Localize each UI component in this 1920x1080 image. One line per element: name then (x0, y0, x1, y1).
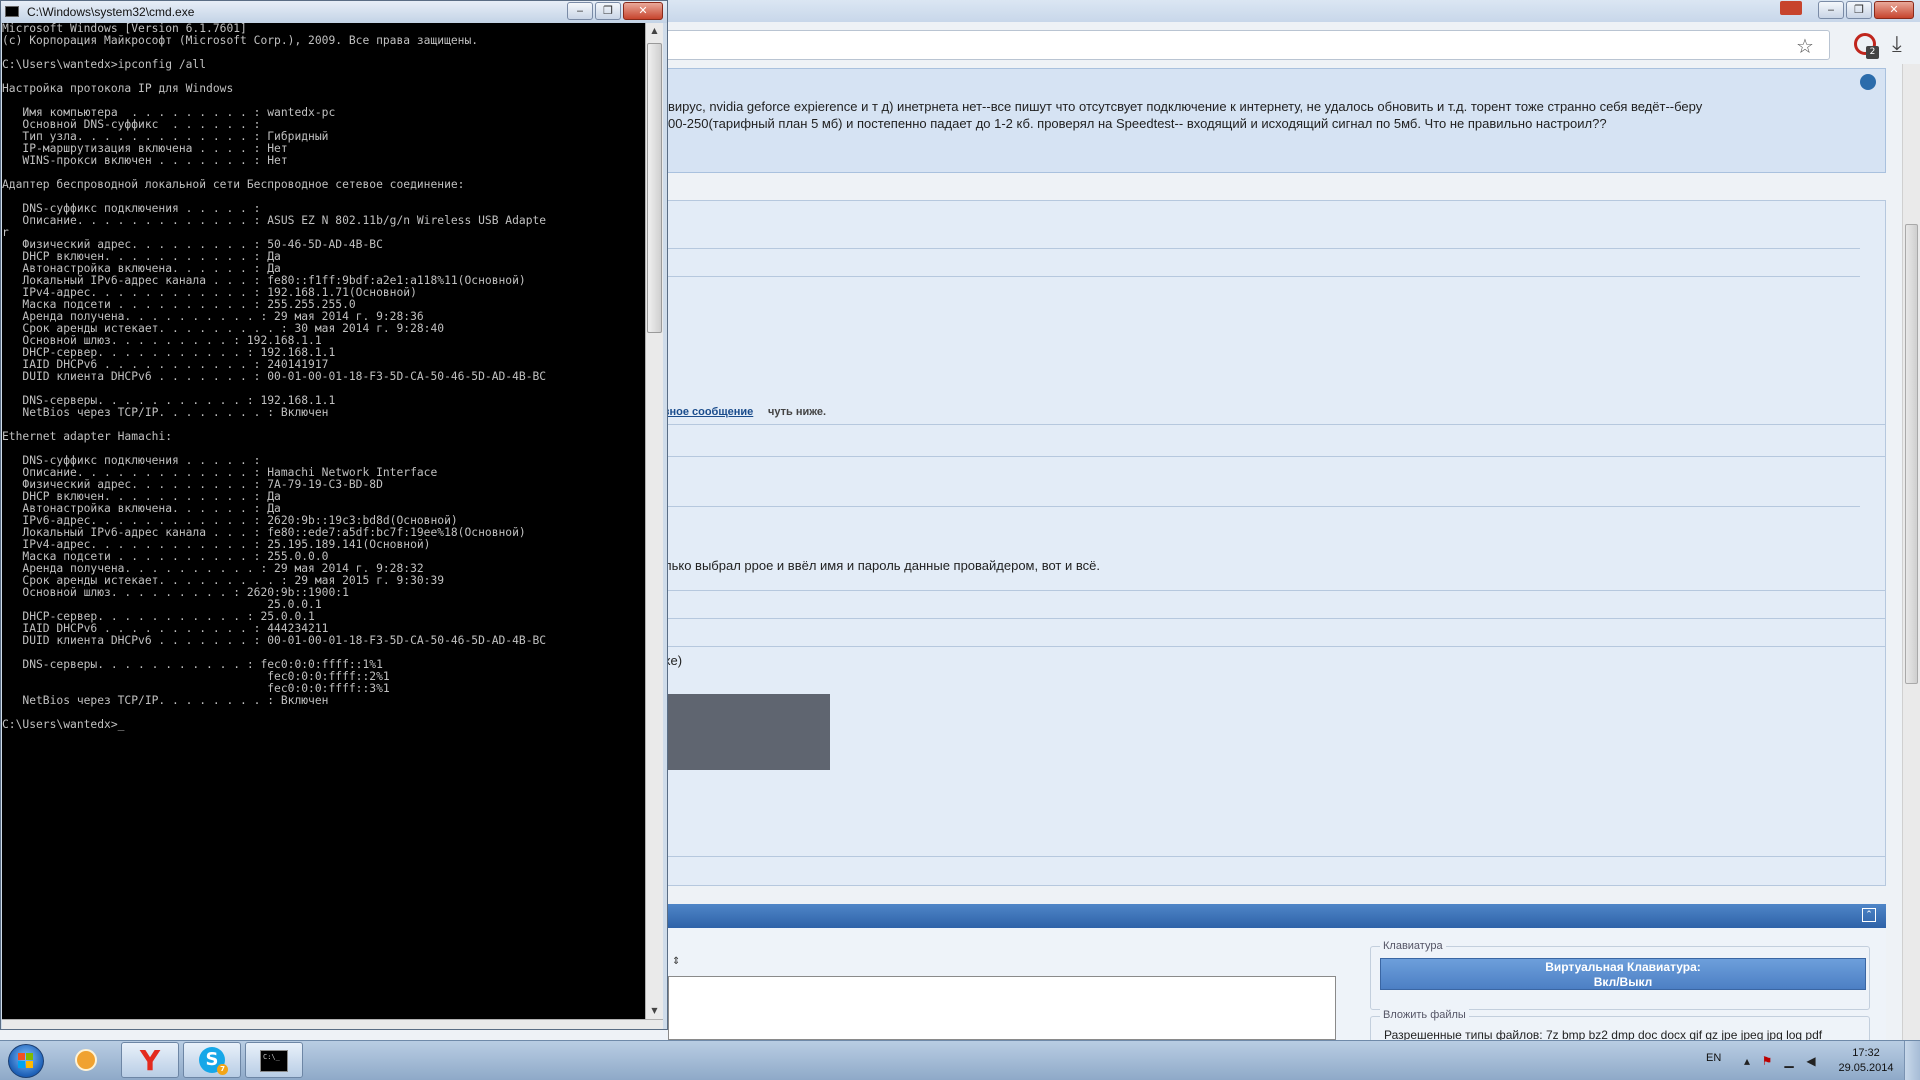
console-line: DUID клиента DHCPv6 . . . . . . . : 00-0… (2, 370, 547, 383)
virtual-keyboard-label: Виртуальная Клавиатура: (1545, 960, 1701, 974)
tray-chevron-icon[interactable]: ▴ (1740, 1054, 1754, 1068)
cmd-taskbar-icon: C:\_ (260, 1050, 288, 1072)
media-player-icon (75, 1049, 97, 1071)
console-line: NetBios через TCP/IP. . . . . . . . : Вк… (2, 406, 329, 419)
divider (660, 276, 1860, 277)
virtual-keyboard-toggle-label: Вкл/Выкл (1593, 975, 1653, 989)
message-textarea[interactable] (668, 976, 1336, 1040)
resize-arrows-icon[interactable]: ⇕ (672, 956, 680, 967)
divider (660, 506, 1860, 507)
clock-time: 17:32 (1852, 1047, 1880, 1059)
flag-icon[interactable]: ⚑ (1760, 1054, 1774, 1068)
console-line: Ethernet adapter Hamachi: (2, 430, 173, 443)
desktop: ‒ ❐ ✕ ☆ 2 ⤓ вирус, nvidia geforce expier… (0, 0, 1920, 1080)
cmd-minimize-button[interactable]: ‒ (567, 2, 593, 20)
page-scrollbar[interactable] (1902, 64, 1920, 1040)
download-icon[interactable]: ⤓ (1892, 32, 1902, 57)
scroll-up-icon[interactable]: ▲ (646, 23, 663, 39)
virtual-keyboard-button[interactable]: Виртуальная Клавиатура: Вкл/Выкл (1380, 958, 1866, 990)
collapse-icon[interactable]: ⌃ (1862, 908, 1876, 922)
post-text-line: 00-250(тарифный план 5 мб) и постепенно … (668, 116, 1607, 131)
browser-menu-button[interactable] (1780, 1, 1802, 15)
cmd-maximize-button[interactable]: ❐ (595, 2, 621, 20)
reply-text: лько выбрал ppoe и ввёл имя и пароль дан… (664, 558, 1100, 573)
divider (660, 456, 1886, 457)
divider (660, 424, 1886, 425)
keyboard-legend: Клавиатура (1380, 940, 1446, 952)
cmd-scrollbar-thumb[interactable] (647, 43, 662, 333)
divider (660, 590, 1886, 591)
bookmark-star-icon[interactable]: ☆ (1796, 34, 1814, 58)
language-indicator[interactable]: EN (1706, 1052, 1721, 1064)
cmd-window-title: C:\Windows\system32\cmd.exe (27, 5, 195, 19)
console-line: C:\Users\wantedx>ipconfig /all (2, 58, 207, 71)
cmd-horizontal-scrollbar[interactable] (2, 1019, 663, 1029)
yandex-icon: Y (139, 1044, 161, 1077)
clock[interactable]: 17:32 29.05.2014 (1836, 1046, 1896, 1076)
network-icon[interactable]: ▁ (1782, 1054, 1796, 1068)
console-line: DUID клиента DHCPv6 . . . . . . . : 00-0… (2, 634, 547, 647)
reply-message-link[interactable]: зное сообщение (664, 406, 753, 418)
post-text-line: вирус, nvidia geforce expierence и т д) … (668, 99, 1703, 114)
console-line: Настройка протокола IP для Windows (2, 82, 234, 95)
reply-note: чуть ниже. (768, 406, 827, 418)
cmd-window-controls: ‒ ❐ ✕ (565, 2, 663, 20)
cmd-app-icon[interactable] (5, 6, 19, 17)
console-line: (c) Корпорация Майкрософт (Microsoft Cor… (2, 34, 479, 47)
reply-form-header (660, 904, 1886, 928)
skype-badge: 7 (217, 1064, 228, 1075)
show-desktop-button[interactable] (1904, 1041, 1920, 1080)
reply-panel (660, 200, 1886, 886)
console-line: WINS-прокси включен . . . . . . . : Нет (2, 154, 288, 167)
divider (660, 646, 1886, 647)
post-text: вирус, nvidia geforce expierence и т д) … (668, 98, 1868, 132)
console-output[interactable]: Microsoft Windows [Version 6.1.7601] (c) … (2, 23, 645, 1019)
console-line: C:\Users\wantedx>_ (2, 718, 125, 731)
divider (660, 856, 1886, 857)
console-line: Описание. . . . . . . . . . . . . : ASUS… (2, 214, 547, 227)
cmd-vertical-scrollbar[interactable]: ▲ ▼ (645, 23, 663, 1019)
divider (660, 618, 1886, 619)
address-bar[interactable] (540, 30, 1830, 60)
clock-date: 29.05.2014 (1838, 1062, 1894, 1074)
console-line: Адаптер беспроводной локальной сети Бесп… (2, 178, 465, 191)
minimize-button[interactable]: ‒ (1818, 1, 1844, 19)
divider (660, 248, 1860, 249)
volume-icon[interactable]: ◀ (1804, 1054, 1818, 1068)
windows-logo-icon (18, 1053, 34, 1069)
cmd-close-button[interactable]: ✕ (623, 2, 663, 20)
pin-icon[interactable] (1860, 74, 1876, 90)
console-line: NetBios через TCP/IP. . . . . . . . : Вк… (2, 694, 329, 707)
page-scrollbar-thumb[interactable] (1905, 224, 1918, 684)
attach-legend: Вложить файлы (1380, 1009, 1469, 1021)
restore-button[interactable]: ❐ (1846, 1, 1872, 19)
close-button[interactable]: ✕ (1874, 1, 1914, 19)
attachment-image[interactable] (664, 694, 830, 770)
scroll-down-icon[interactable]: ▼ (646, 1003, 663, 1019)
browser-window-controls: ‒ ❐ ✕ (1816, 1, 1914, 19)
cmd-titlebar[interactable]: C:\Windows\system32\cmd.exe ‒ ❐ ✕ (1, 1, 667, 23)
extension-badge: 2 (1866, 46, 1879, 59)
cmd-window: C:\Windows\system32\cmd.exe ‒ ❐ ✕ Micros… (0, 0, 668, 1030)
